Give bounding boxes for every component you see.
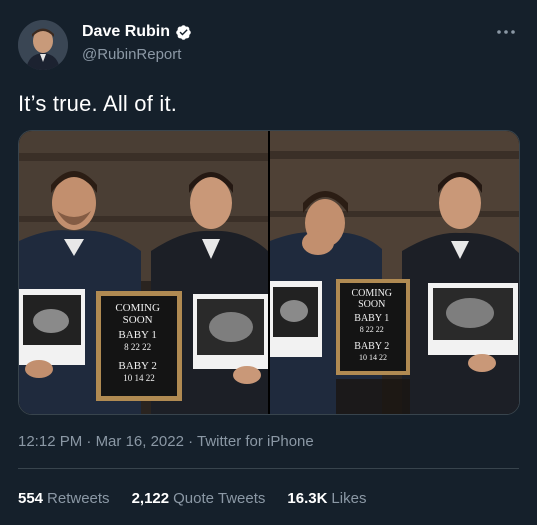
board-line: COMING	[351, 288, 392, 299]
photo-left[interactable]: COMING SOON BABY 1 8 22 22 BABY 2 10 14 …	[19, 131, 268, 414]
avatar-image	[18, 20, 68, 70]
board-line: SOON	[123, 314, 153, 326]
retweets-count: 554	[18, 490, 44, 507]
board-line: 10 14 22	[123, 373, 155, 383]
retweets-label: Retweets	[47, 490, 110, 507]
photo-left-image: COMING SOON BABY 1 8 22 22 BABY 2 10 14 …	[19, 131, 268, 414]
tweet-text: It’s true. All of it.	[18, 91, 178, 116]
more-options-icon[interactable]	[495, 24, 517, 40]
avatar[interactable]	[18, 20, 68, 70]
tweet-meta: 12:12 PM · Mar 16, 2022 · Twitter for iP…	[18, 433, 314, 450]
retweets-stat[interactable]: 554 Retweets	[18, 490, 110, 507]
photo-right-image: COMING SOON BABY 1 8 22 22 BABY 2 10 14 …	[270, 131, 519, 414]
tweet-media[interactable]: COMING SOON BABY 1 8 22 22 BABY 2 10 14 …	[18, 130, 520, 415]
meta-separator: ·	[82, 433, 96, 450]
author-name-row[interactable]: Dave Rubin	[82, 23, 192, 41]
board-line: COMING	[115, 302, 160, 314]
tweet-time[interactable]: 12:12 PM	[18, 433, 82, 450]
verified-badge-icon	[176, 24, 191, 40]
quote-tweets-count: 2,122	[131, 490, 170, 507]
likes-label: Likes	[331, 490, 367, 507]
board-line: SOON	[358, 299, 385, 310]
quote-tweets-stat[interactable]: 2,122 Quote Tweets	[132, 490, 266, 507]
board-line: 8 22 22	[360, 325, 384, 334]
board-line: BABY 1	[118, 329, 156, 341]
board-line: BABY 1	[354, 313, 389, 324]
board-line: BABY 2	[118, 360, 156, 372]
likes-stat[interactable]: 16.3K Likes	[287, 490, 366, 507]
likes-count: 16.3K	[287, 490, 328, 507]
meta-separator: ·	[183, 433, 198, 450]
board-line: BABY 2	[354, 341, 389, 352]
photo-right[interactable]: COMING SOON BABY 1 8 22 22 BABY 2 10 14 …	[270, 131, 519, 414]
tweet-date[interactable]: Mar 16, 2022	[96, 433, 184, 450]
board-line: 10 14 22	[359, 353, 387, 362]
board-line: 8 22 22	[124, 342, 151, 352]
tweet-source[interactable]: Twitter for iPhone	[197, 433, 314, 450]
author-handle[interactable]: @RubinReport	[82, 46, 181, 63]
tweet-stats: 554 Retweets 2,122 Quote Tweets 16.3K Likes	[18, 490, 366, 507]
divider	[18, 468, 519, 469]
author-name[interactable]: Dave Rubin	[82, 23, 170, 41]
quote-tweets-label: Quote Tweets	[173, 490, 266, 507]
